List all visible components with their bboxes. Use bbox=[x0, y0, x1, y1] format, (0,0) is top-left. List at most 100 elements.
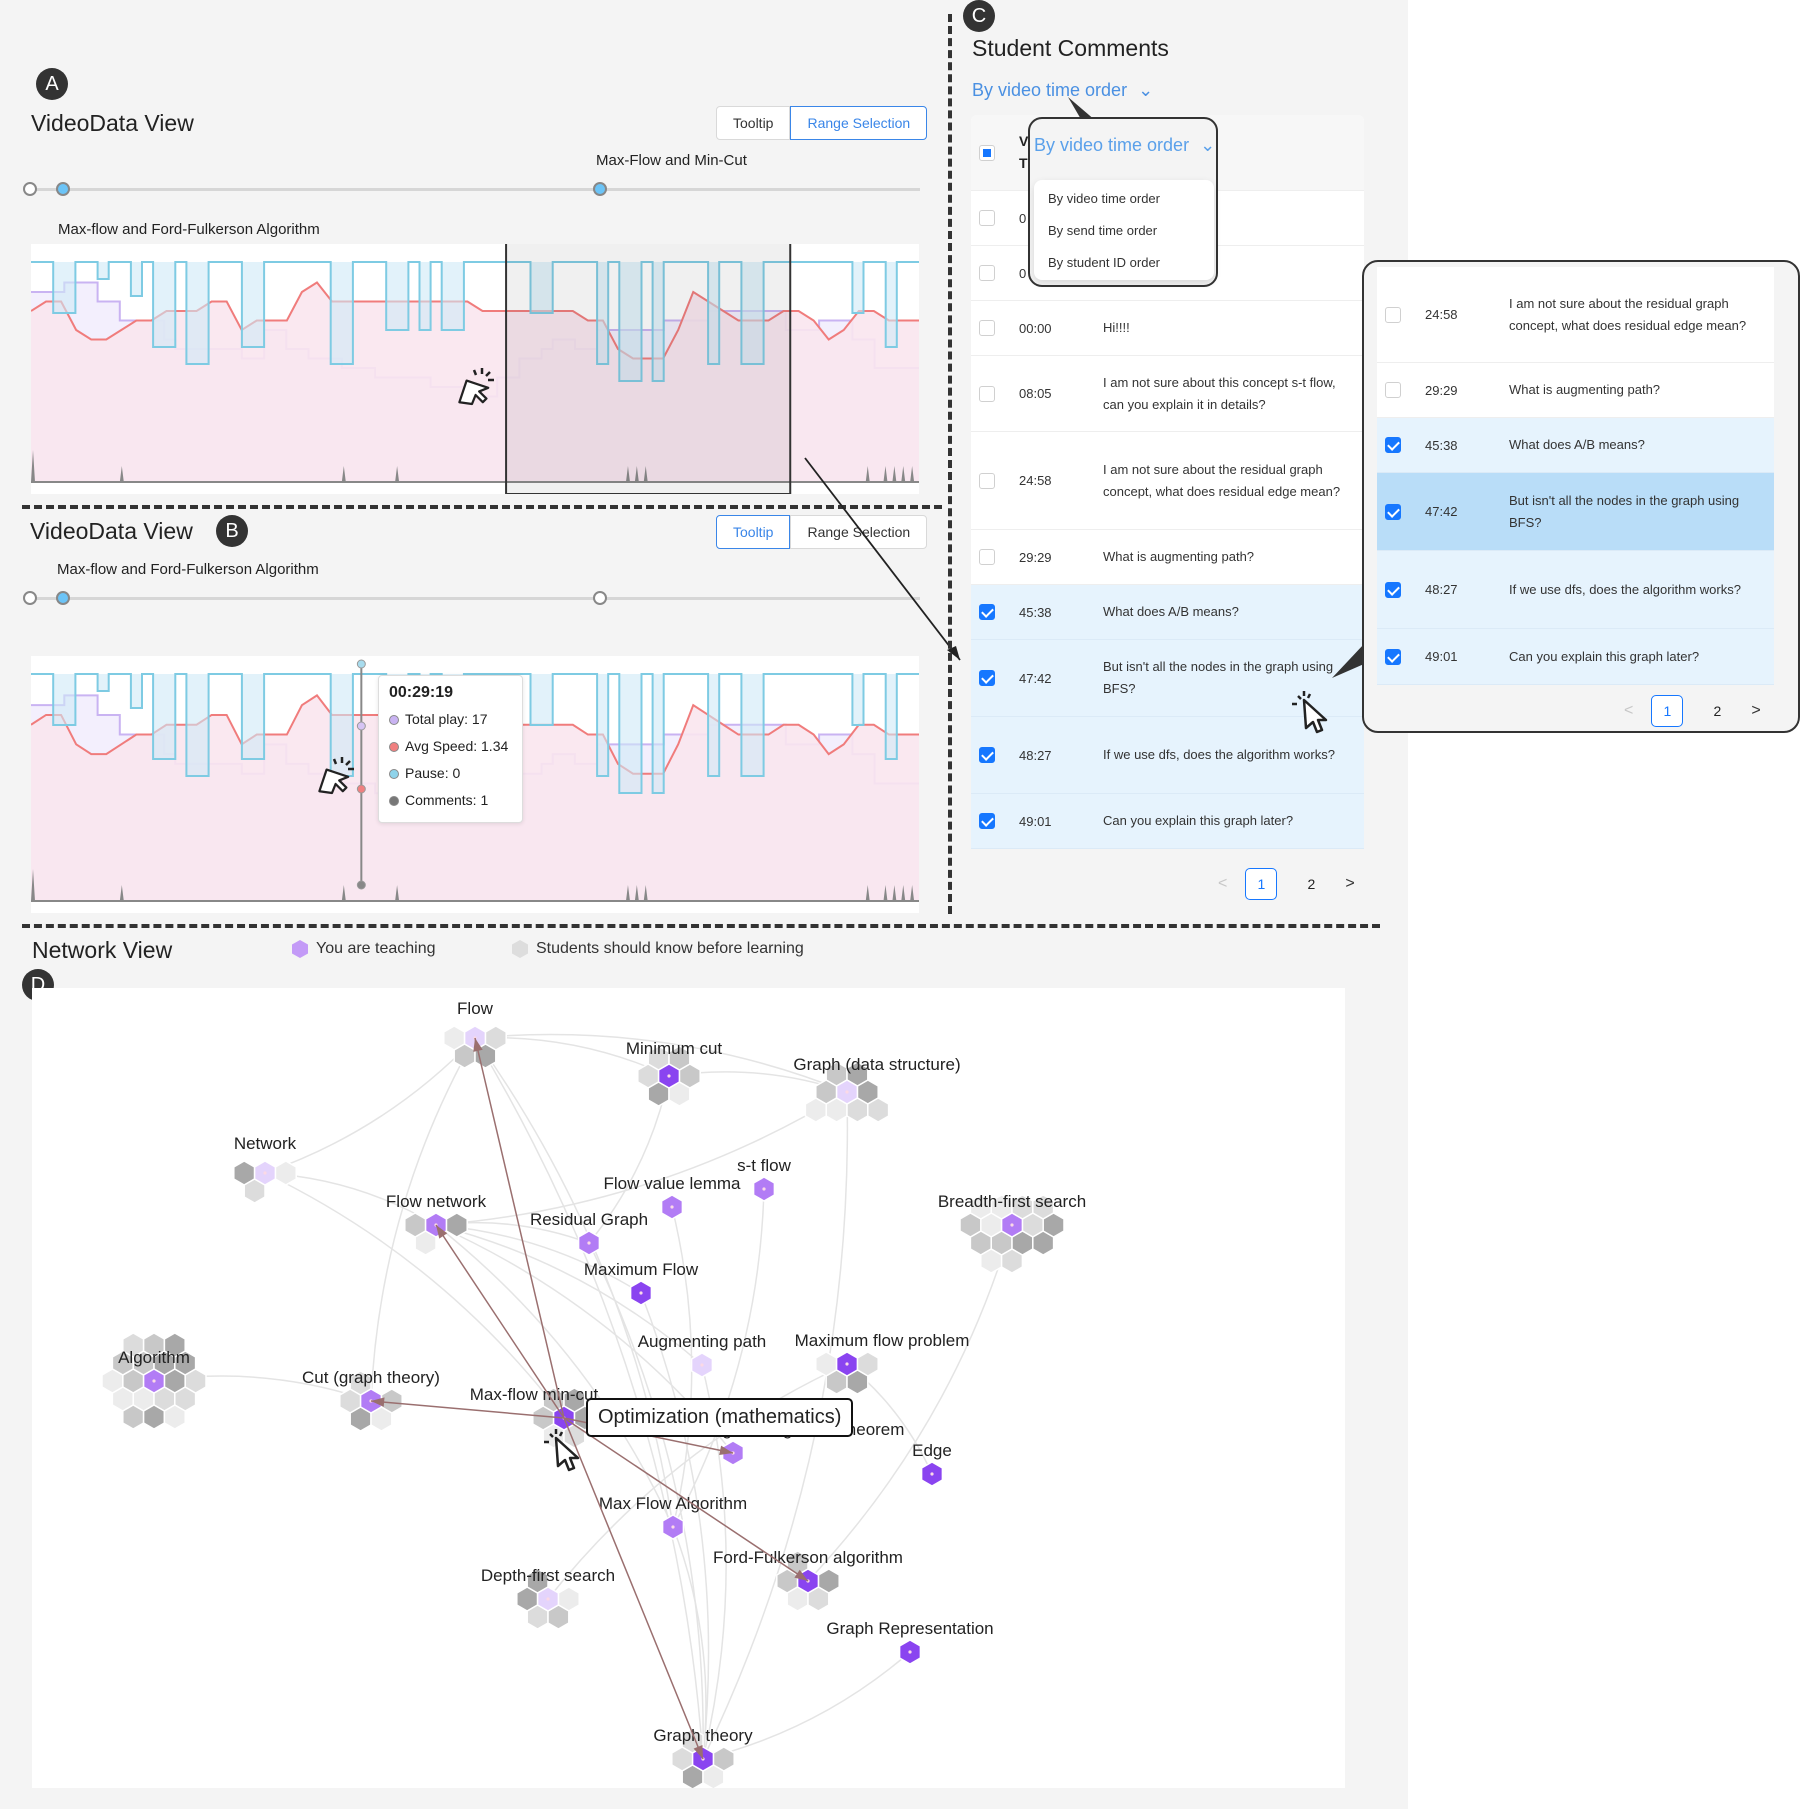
node-network: Network bbox=[233, 1134, 297, 1204]
sort-option-student-id[interactable]: By student ID order bbox=[1034, 247, 1214, 279]
zoom-page-2-button[interactable]: 2 bbox=[1701, 695, 1733, 727]
comment-row-checkbox[interactable] bbox=[979, 747, 995, 763]
network-edge bbox=[264, 1037, 476, 1174]
prereq-hex bbox=[980, 1248, 1003, 1274]
zoom-comment-row-checkbox[interactable] bbox=[1385, 437, 1401, 453]
comment-row-checkbox[interactable] bbox=[979, 604, 995, 620]
zoom-comment-row-text: If we use dfs, does the algorithm works? bbox=[1509, 581, 1741, 597]
node-center-dot bbox=[908, 1650, 912, 1654]
zoom-next-page-button[interactable]: > bbox=[1751, 702, 1760, 720]
range-selection-mode-button-a[interactable]: Range Selection bbox=[790, 106, 928, 140]
node-label: Maximum Flow bbox=[584, 1260, 699, 1279]
node-ff: Ford-Fulkerson algorithm bbox=[713, 1548, 903, 1612]
node-label: Graph theory bbox=[653, 1726, 753, 1745]
chapter-slider-a[interactable] bbox=[30, 188, 920, 191]
comment-row[interactable]: 45:38 What does A/B means? bbox=[971, 585, 1364, 640]
slider-a-knob-2[interactable] bbox=[592, 182, 607, 196]
tooltip-pause: Pause: 0 bbox=[389, 760, 512, 787]
chapter-label-max-flow-min-cut: Max-Flow and Min-Cut bbox=[596, 152, 747, 169]
page-1-button[interactable]: 1 bbox=[1245, 868, 1278, 900]
slider-b-knob-1[interactable] bbox=[55, 591, 70, 605]
comment-row-text: What does A/B means? bbox=[1103, 604, 1239, 619]
comment-row[interactable]: 08:05 I am not sure about this concept s-… bbox=[971, 356, 1364, 432]
node-flownet: Flow network bbox=[386, 1192, 487, 1256]
panel-badge-b: B bbox=[216, 515, 248, 547]
comments-pagination: < 1 2 > bbox=[1218, 868, 1355, 900]
sort-dropdown-trigger[interactable]: By video time order ⌄ bbox=[1034, 135, 1215, 156]
tooltip-mode-button-b[interactable]: Tooltip bbox=[716, 515, 791, 549]
node-label: Minimum cut bbox=[626, 1039, 723, 1058]
slider-a-knob-1[interactable] bbox=[55, 182, 70, 196]
comment-row-checkbox[interactable] bbox=[979, 320, 995, 336]
comment-row-checkbox[interactable] bbox=[979, 813, 995, 829]
zoom-comment-row-checkbox[interactable] bbox=[1385, 648, 1401, 665]
node-label: Network bbox=[234, 1134, 297, 1153]
zoom-comment-row[interactable]: 45:38 What does A/B means? bbox=[1377, 418, 1774, 473]
legend-prerequisite-label: Students should know before learning bbox=[536, 940, 804, 957]
comment-row-time: 00:00 bbox=[1019, 320, 1052, 336]
network-canvas[interactable]: Flow Minimum cut Graph (data structure) Net… bbox=[32, 988, 1345, 1790]
pause-dot-icon bbox=[389, 768, 399, 779]
slider-a-knob-0[interactable] bbox=[23, 182, 37, 196]
node-label: Algorithm bbox=[118, 1348, 190, 1367]
comment-row-text: Can you explain this graph later? bbox=[1103, 813, 1294, 828]
comment-row[interactable]: 49:01 Can you explain this graph later? bbox=[971, 794, 1364, 849]
slider-b-knob-0[interactable] bbox=[23, 591, 37, 605]
mode-toggle-a: Tooltip Range Selection bbox=[716, 106, 928, 140]
comment-row-checkbox[interactable] bbox=[979, 472, 995, 489]
zoom-comment-row-checkbox[interactable] bbox=[1385, 382, 1401, 398]
zoom-page-1-button[interactable]: 1 bbox=[1651, 695, 1684, 727]
teaching-hex-icon bbox=[292, 940, 308, 958]
zoom-comment-row-checkbox[interactable] bbox=[1385, 581, 1401, 598]
tooltip-avg-speed: Avg Speed: 1.34 bbox=[389, 733, 512, 760]
section-divider-vertical bbox=[948, 14, 952, 914]
node-center-dot bbox=[671, 1525, 675, 1529]
comment-row-time: 48:27 bbox=[1019, 747, 1052, 763]
comment-row-time: 08:05 bbox=[1019, 386, 1052, 401]
comment-row[interactable]: 24:58 I am not sure about the residual gr… bbox=[971, 432, 1364, 530]
comment-row-checkbox[interactable] bbox=[979, 265, 995, 281]
node-label: Breadth-first search bbox=[938, 1192, 1086, 1211]
next-page-button[interactable]: > bbox=[1345, 875, 1354, 893]
sort-dropdown-menu: By video time order By send time order B… bbox=[1034, 180, 1214, 280]
comment-row-text: Hi!!!! bbox=[1103, 320, 1130, 335]
zoom-comment-row-text: I am not sure about the residual graph c… bbox=[1509, 295, 1747, 333]
node-edge: Edge bbox=[912, 1441, 952, 1487]
comment-row-checkbox[interactable] bbox=[979, 549, 995, 565]
click-cursor-icon-c bbox=[1292, 691, 1328, 734]
zoom-comment-row-time: 24:58 bbox=[1425, 307, 1458, 322]
comment-row-checkbox[interactable] bbox=[979, 385, 995, 402]
page-2-button[interactable]: 2 bbox=[1295, 868, 1327, 900]
tooltip-mode-button-a[interactable]: Tooltip bbox=[716, 106, 791, 140]
comment-row[interactable]: 29:29 What is augmenting path? bbox=[971, 530, 1364, 585]
select-all-checkbox[interactable] bbox=[979, 145, 995, 161]
zoom-comment-row[interactable]: 49:01 Can you explain this graph later? bbox=[1377, 629, 1774, 685]
comment-row-time: 0 bbox=[1019, 210, 1027, 226]
sort-option-send-time[interactable]: By send time order bbox=[1034, 215, 1214, 247]
node-label: Flow network bbox=[386, 1192, 487, 1211]
network-view-title: Network View bbox=[32, 937, 173, 963]
chart-tooltip: 00:29:19 Total play: 17 Avg Speed: 1.34 … bbox=[378, 675, 523, 823]
zoom-prev-page-button[interactable]: < bbox=[1624, 702, 1633, 720]
zoom-comment-row[interactable]: 29:29 What is augmenting path? bbox=[1377, 363, 1774, 418]
prereq-hex bbox=[1000, 1248, 1024, 1274]
click-cursor-icon-d bbox=[544, 1429, 580, 1472]
zoom-comment-row-time: 49:01 bbox=[1425, 649, 1458, 664]
comment-row-text: What is augmenting path? bbox=[1103, 549, 1255, 564]
zoom-comment-row[interactable]: 48:27 If we use dfs, does the algorithm w… bbox=[1377, 551, 1774, 629]
tooltip-comments-text: Comments: 1 bbox=[405, 792, 489, 808]
comment-row[interactable]: 00:00 Hi!!!! bbox=[971, 301, 1364, 356]
chapter-slider-b[interactable] bbox=[30, 597, 920, 600]
zoom-comment-row[interactable]: 47:42 But isn't all the nodes in the grap… bbox=[1377, 473, 1774, 551]
zoom-comment-row-checkbox[interactable] bbox=[1385, 306, 1401, 323]
slider-b-knob-2[interactable] bbox=[592, 591, 607, 605]
avg-speed-dot-icon bbox=[389, 741, 399, 752]
comment-row-text: I am not sure about the residual graph c… bbox=[1103, 461, 1341, 499]
zoom-comment-row-checkbox[interactable] bbox=[1385, 503, 1401, 520]
hover-point-1 bbox=[356, 721, 366, 731]
comment-row-checkbox[interactable] bbox=[979, 670, 995, 686]
zoom-comment-row[interactable]: 24:58 I am not sure about the residual gr… bbox=[1377, 267, 1774, 363]
comment-row-checkbox[interactable] bbox=[979, 210, 995, 226]
sort-option-video-time[interactable]: By video time order bbox=[1034, 183, 1214, 215]
prev-page-button[interactable]: < bbox=[1218, 875, 1227, 893]
